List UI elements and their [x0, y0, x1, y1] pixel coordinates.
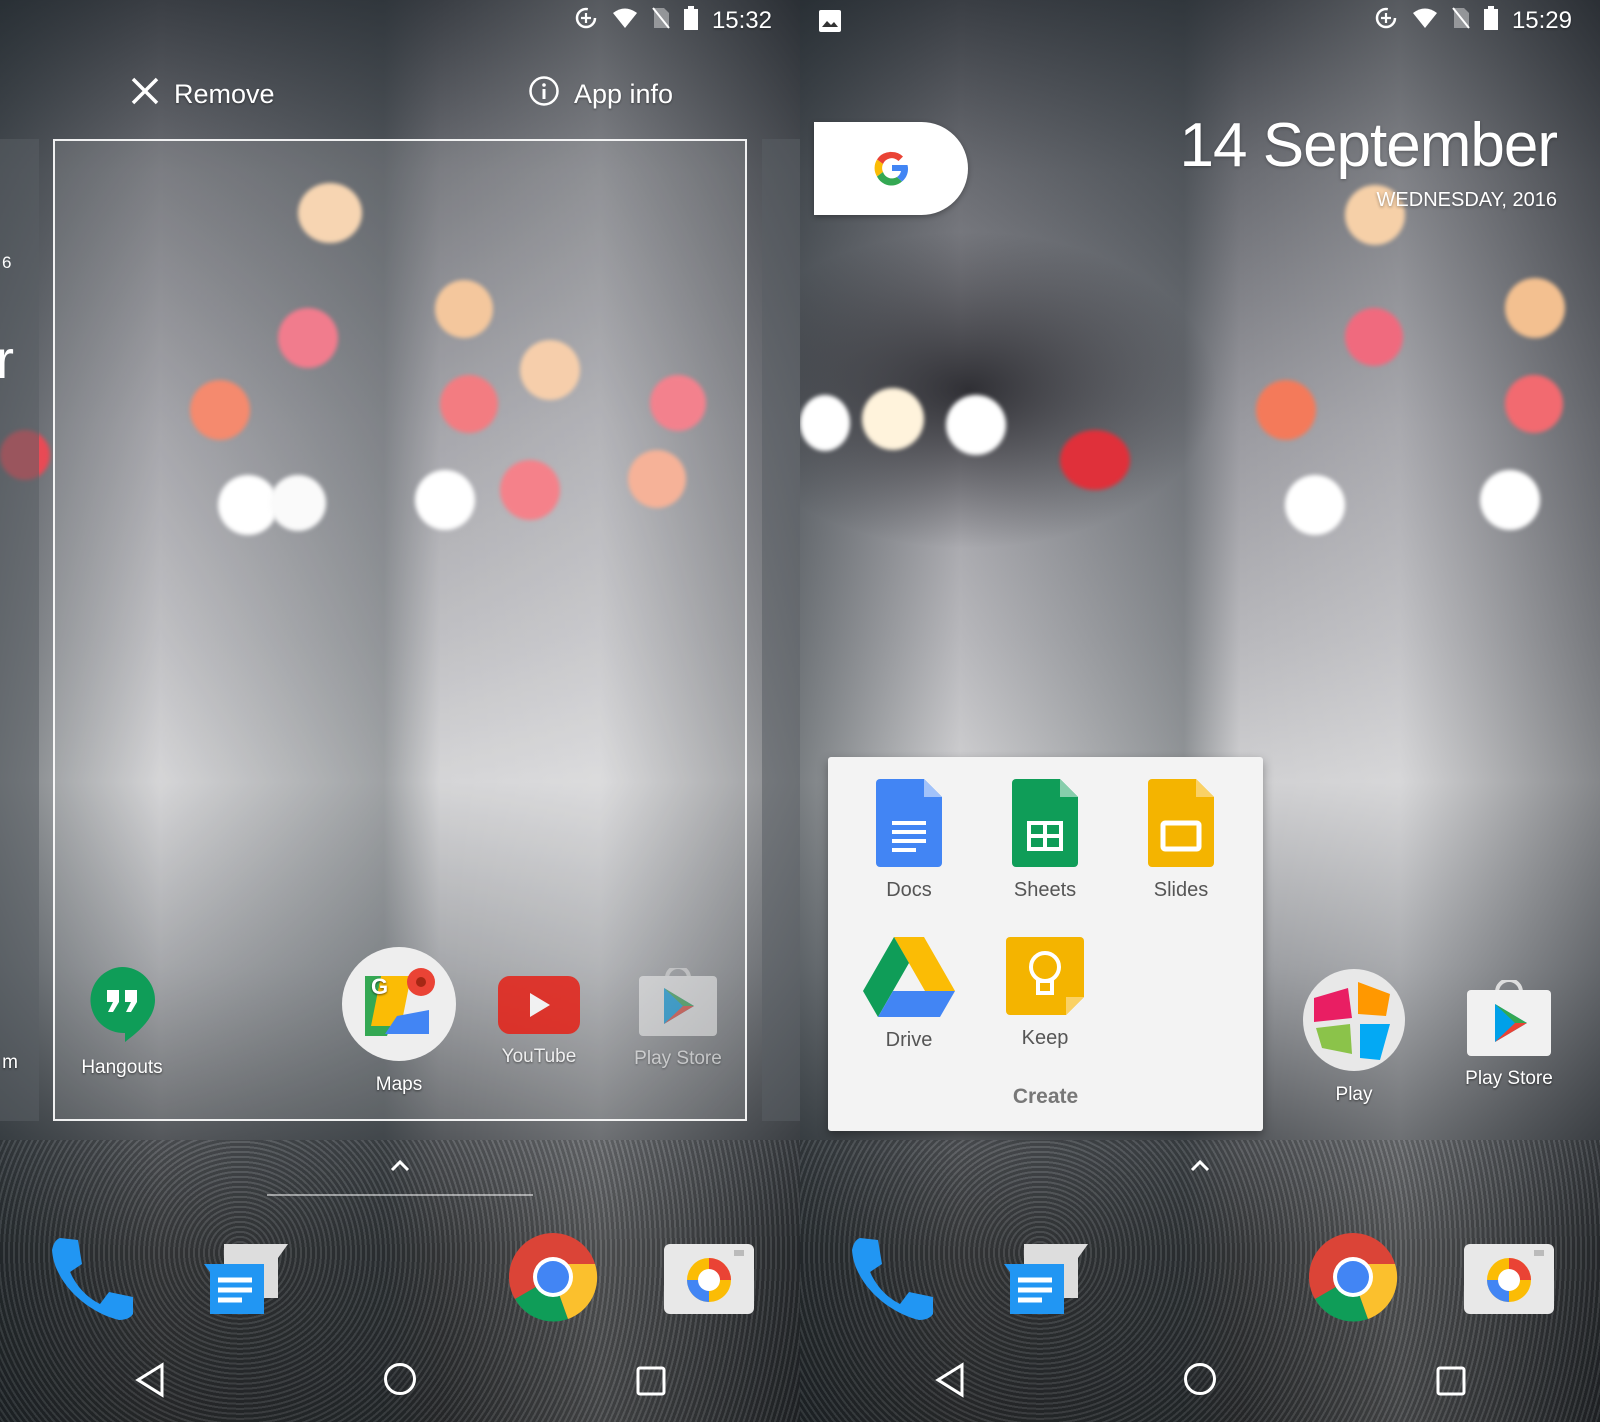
google-search-pill[interactable]: [814, 122, 968, 215]
play-store-icon: [1467, 980, 1551, 1056]
folder-create-open: Docs Sheets Slides Drive Keep Create: [828, 757, 1263, 1131]
messages-icon[interactable]: [200, 1238, 292, 1320]
remove-button[interactable]: Remove: [130, 72, 275, 116]
folder-name[interactable]: Create: [828, 1085, 1263, 1109]
next-page-preview[interactable]: [762, 139, 800, 1121]
no-sim-icon: [652, 6, 670, 36]
wifi-icon: [1412, 7, 1438, 36]
messages-icon[interactable]: [1000, 1238, 1092, 1320]
camera-icon[interactable]: [1464, 1244, 1554, 1314]
battery-icon: [1483, 5, 1498, 37]
app-slides[interactable]: Slides: [1121, 779, 1241, 902]
date-weekday-year: WEDNESDAY, 2016: [1376, 189, 1557, 211]
app-label: Slides: [1153, 879, 1209, 901]
home-icon[interactable]: [1183, 1362, 1217, 1396]
page-indicator: [267, 1194, 533, 1196]
app-docs[interactable]: Docs: [849, 779, 969, 902]
play-store-icon: [639, 968, 717, 1036]
app-play-store[interactable]: Play Store: [608, 968, 748, 1070]
app-info-button[interactable]: App info: [528, 72, 673, 116]
left-screen: 15:32 Remove App info r 6 m Hangouts G M…: [0, 0, 800, 1422]
status-time: 15:29: [1511, 7, 1572, 34]
phone-icon[interactable]: [846, 1232, 938, 1324]
recents-icon[interactable]: [636, 1366, 666, 1396]
peek-small-text: 6: [2, 253, 12, 272]
peek-text: r: [0, 330, 14, 390]
remove-label: Remove: [174, 78, 275, 109]
chrome-icon[interactable]: [508, 1232, 598, 1322]
wifi-icon: [612, 7, 638, 36]
app-info-label: App info: [574, 78, 674, 109]
back-icon[interactable]: [134, 1362, 166, 1398]
app-keep[interactable]: Keep: [985, 937, 1105, 1050]
no-sim-icon: [1452, 6, 1470, 36]
app-play-store[interactable]: Play Store: [1439, 980, 1579, 1090]
hangouts-icon: [90, 967, 155, 1042]
home-icon[interactable]: [383, 1362, 417, 1396]
chevron-up-icon[interactable]: [1188, 1154, 1212, 1178]
back-icon[interactable]: [934, 1362, 966, 1398]
right-screen: 15:29 14 September WEDNESDAY, 2016 Docs …: [800, 0, 1600, 1422]
drive-icon: [863, 937, 955, 1017]
close-icon: [130, 76, 160, 113]
app-label: Hangouts: [81, 1057, 163, 1078]
app-label: Docs: [886, 879, 932, 901]
status-bar: 15:29: [1374, 0, 1572, 42]
app-label: YouTube: [501, 1046, 577, 1067]
slides-icon: [1148, 779, 1214, 867]
status-bar: 15:32: [574, 0, 772, 42]
svg-text:G: G: [371, 974, 388, 999]
app-label: Drive: [885, 1029, 933, 1051]
data-saver-icon: [574, 6, 598, 37]
app-hangouts[interactable]: Hangouts: [52, 965, 192, 1079]
google-g-icon: [874, 151, 909, 186]
image-notification-icon: [819, 10, 841, 32]
app-drive[interactable]: Drive: [849, 937, 969, 1052]
maps-icon: G: [342, 947, 456, 1061]
app-maps[interactable]: G Maps: [329, 946, 469, 1096]
play-icon: [1303, 969, 1405, 1071]
app-label: Play Store: [1465, 1068, 1553, 1089]
chrome-icon[interactable]: [1308, 1232, 1398, 1322]
recents-icon[interactable]: [1436, 1366, 1466, 1396]
app-label: Play Store: [634, 1048, 722, 1069]
app-instagram[interactable]: m: [0, 970, 18, 1074]
app-youtube[interactable]: YouTube: [469, 976, 609, 1068]
app-sheets[interactable]: Sheets: [985, 779, 1105, 902]
app-label: Maps: [375, 1074, 423, 1095]
app-label: m: [2, 1052, 18, 1073]
app-label: Play: [1335, 1084, 1373, 1105]
date-day-month[interactable]: 14 September: [1180, 110, 1558, 181]
data-saver-icon: [1374, 6, 1398, 37]
youtube-icon: [498, 976, 580, 1034]
status-time: 15:32: [711, 7, 772, 34]
docs-icon: [876, 779, 942, 867]
chevron-up-icon[interactable]: [388, 1154, 412, 1178]
sheets-icon: [1012, 779, 1078, 867]
app-label: Sheets: [1013, 879, 1077, 901]
info-icon: [528, 75, 560, 114]
app-play[interactable]: Play: [1284, 968, 1424, 1106]
phone-icon[interactable]: [46, 1232, 138, 1324]
app-label: Keep: [1021, 1027, 1069, 1049]
keep-icon: [1006, 937, 1084, 1015]
camera-icon[interactable]: [664, 1244, 754, 1314]
battery-icon: [683, 5, 698, 37]
